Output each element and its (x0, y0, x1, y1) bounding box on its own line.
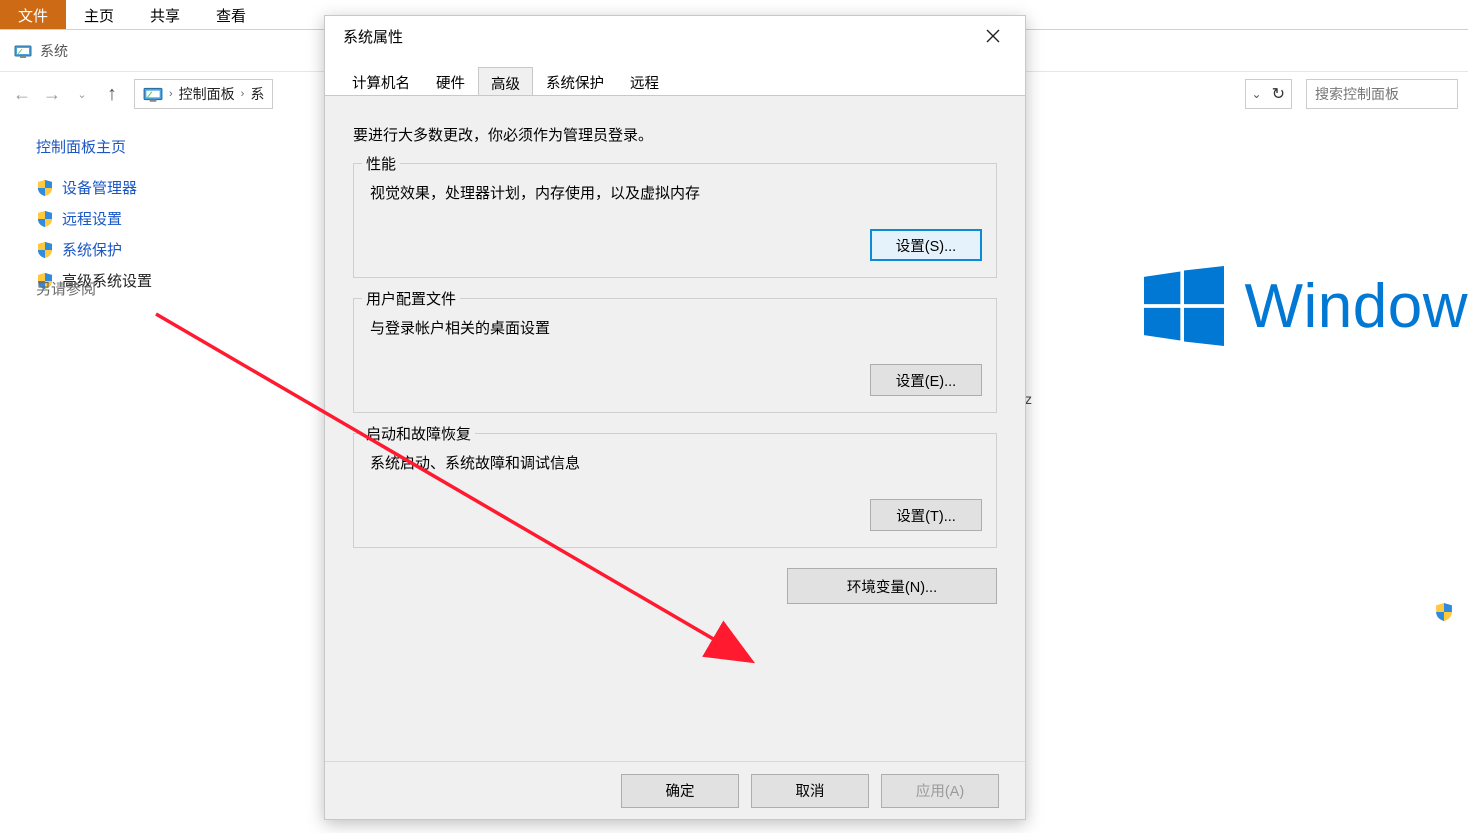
group-desc: 与登录帐户相关的桌面设置 (370, 317, 982, 338)
group-performance: 性能 视觉效果，处理器计划，内存使用，以及虚拟内存 设置(S)... (353, 163, 997, 278)
group-desc: 系统启动、系统故障和调试信息 (370, 452, 982, 473)
stray-text: z (1025, 391, 1032, 407)
nav-recent-icon[interactable]: ⌄ (70, 82, 94, 106)
startup-recovery-settings-button[interactable]: 设置(T)... (870, 499, 982, 531)
ribbon-tab-share[interactable]: 共享 (132, 0, 198, 29)
close-button[interactable] (971, 21, 1015, 51)
breadcrumb-sys-icon (143, 86, 163, 102)
group-startup-recovery: 启动和故障恢复 系统启动、系统故障和调试信息 设置(T)... (353, 433, 997, 548)
chevron-down-icon[interactable]: ⌄ (1252, 87, 1262, 101)
shield-icon (36, 241, 54, 259)
refresh-icon[interactable]: ↻ (1272, 84, 1285, 104)
system-properties-dialog: 系统属性 计算机名 硬件 高级 系统保护 远程 要进行大多数更改，你必须作为管理… (324, 15, 1026, 820)
group-user-profiles: 用户配置文件 与登录帐户相关的桌面设置 设置(E)... (353, 298, 997, 413)
system-icon (14, 44, 32, 58)
address-dropdown-refresh[interactable]: ⌄ ↻ (1245, 79, 1292, 109)
nav-up-icon[interactable]: ↑ (100, 82, 124, 106)
breadcrumb-part-0[interactable]: 控制面板 (175, 84, 239, 104)
sidebar-item-label: 远程设置 (62, 208, 122, 229)
group-legend: 启动和故障恢复 (362, 423, 475, 444)
cancel-button[interactable]: 取消 (751, 774, 869, 808)
nav-back-icon[interactable]: ← (10, 82, 34, 106)
dialog-footer: 确定 取消 应用(A) (325, 761, 1025, 819)
breadcrumb-part-1[interactable]: 系 (246, 84, 268, 104)
dialog-titlebar: 系统属性 (325, 16, 1025, 56)
dialog-tabs: 计算机名 硬件 高级 系统保护 远程 (325, 56, 1025, 99)
sidebar: 控制面板主页 设备管理器 远程设置 系统保护 高级系统设置 另请参阅 (0, 116, 320, 301)
chevron-right-icon: › (239, 88, 247, 100)
see-also-heading: 另请参阅 (36, 278, 96, 299)
sidebar-item-label: 设备管理器 (62, 177, 137, 198)
chevron-right-icon: › (167, 88, 175, 100)
ok-button[interactable]: 确定 (621, 774, 739, 808)
sidebar-item-device-manager[interactable]: 设备管理器 (36, 177, 320, 198)
dialog-title: 系统属性 (343, 26, 971, 47)
window-title: 系统 (40, 41, 68, 61)
ribbon-tab-file[interactable]: 文件 (0, 0, 66, 29)
windows-logo: Window (1144, 266, 1468, 346)
performance-settings-button[interactable]: 设置(S)... (870, 229, 982, 261)
apply-button[interactable]: 应用(A) (881, 774, 999, 808)
shield-icon (36, 210, 54, 228)
sidebar-item-label: 系统保护 (62, 239, 122, 260)
dialog-body: 要进行大多数更改，你必须作为管理员登录。 性能 视觉效果，处理器计划，内存使用，… (325, 95, 1025, 761)
sidebar-item-system-protection[interactable]: 系统保护 (36, 239, 320, 260)
breadcrumb[interactable]: › 控制面板 › 系 (134, 79, 273, 109)
shield-icon (1434, 602, 1452, 620)
user-profile-settings-button[interactable]: 设置(E)... (870, 364, 982, 396)
search-input[interactable] (1306, 79, 1458, 109)
ribbon-tab-home[interactable]: 主页 (66, 0, 132, 29)
windows-logo-icon (1144, 266, 1224, 346)
sidebar-home-link[interactable]: 控制面板主页 (36, 136, 320, 157)
environment-variables-button[interactable]: 环境变量(N)... (787, 568, 997, 604)
group-desc: 视觉效果，处理器计划，内存使用，以及虚拟内存 (370, 182, 982, 203)
dialog-admin-note: 要进行大多数更改，你必须作为管理员登录。 (353, 124, 997, 145)
group-legend: 性能 (362, 153, 400, 174)
windows-wordmark: Window (1244, 271, 1468, 342)
shield-icon (36, 179, 54, 197)
group-legend: 用户配置文件 (362, 288, 460, 309)
nav-forward-icon[interactable]: → (40, 82, 64, 106)
sidebar-item-remote-settings[interactable]: 远程设置 (36, 208, 320, 229)
ribbon-tab-view[interactable]: 查看 (198, 0, 264, 29)
